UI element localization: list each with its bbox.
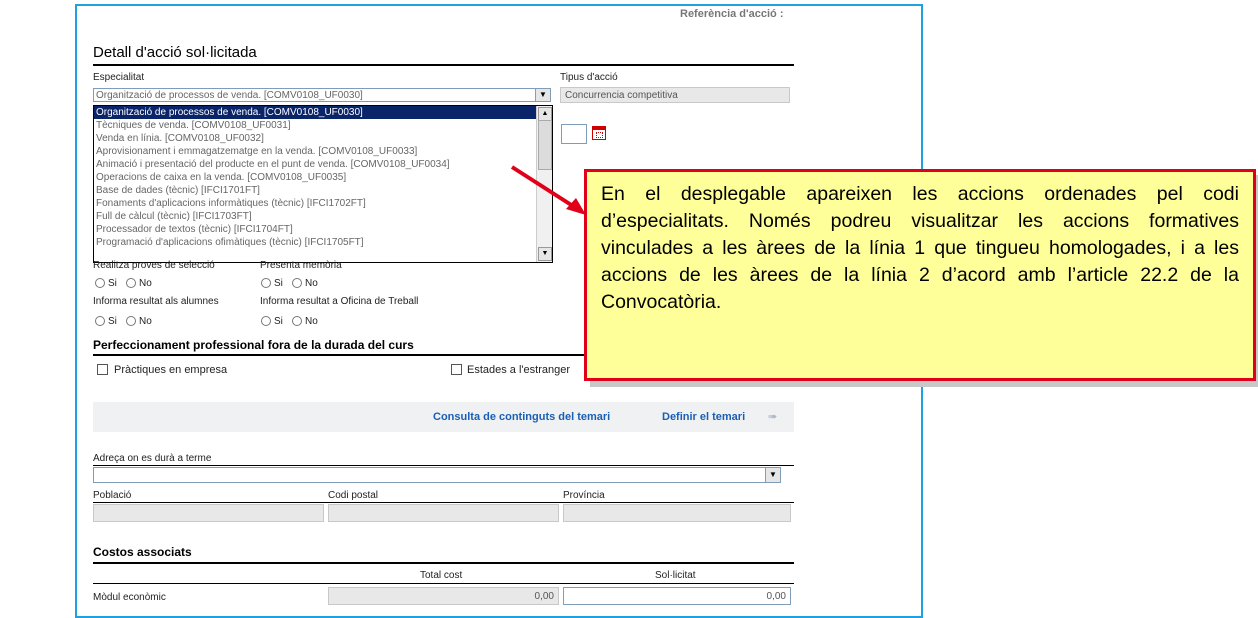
dropdown-option[interactable]: Programació d'aplicacions ofimàtiques (t… <box>94 236 552 249</box>
estades-checkbox[interactable] <box>451 364 462 375</box>
alumnes-si-radio[interactable] <box>95 316 105 326</box>
title-divider <box>93 64 794 66</box>
especialitat-label: Especialitat <box>93 72 145 83</box>
no-label: No <box>305 278 318 289</box>
costos-divider <box>93 562 794 564</box>
dropdown-option[interactable]: Full de càlcul (tècnic) [IFCI1703FT] <box>94 210 552 223</box>
estades-label: Estades a l'estranger <box>467 364 570 376</box>
especialitat-dropdown-list[interactable]: Organització de processos de venda. [COM… <box>93 105 553 263</box>
reference-label: Referència d'acció : <box>680 8 784 20</box>
informa-oficina-label: Informa resultat a Oficina de Treball <box>260 296 419 307</box>
proves-no-radio[interactable] <box>126 278 136 288</box>
dropdown-option[interactable]: Organització de processos de venda. [COM… <box>94 106 552 119</box>
oficina-si-radio[interactable] <box>261 316 271 326</box>
dropdown-option[interactable]: Animació i presentació del producte en e… <box>94 158 552 171</box>
dropdown-option[interactable]: Operacions de caixa en la venda. [COMV01… <box>94 171 552 184</box>
costos-title: Costos associats <box>93 545 192 559</box>
location-divider <box>93 502 794 503</box>
proves-seleccio-label: Realitza proves de selecció <box>93 260 215 271</box>
no-label: No <box>139 278 152 289</box>
provincia-label: Província <box>563 490 605 501</box>
presenta-memoria-label: Presenta memòria <box>260 260 342 271</box>
chevron-down-icon[interactable]: ▼ <box>535 89 550 101</box>
especialitat-selected-value: Organització de processos de venda. [COM… <box>96 90 363 101</box>
si-label: Si <box>274 316 283 327</box>
calendar-icon[interactable] <box>592 126 606 140</box>
dropdown-option[interactable]: Base de dades (tècnic) [IFCI1701FT] <box>94 184 552 197</box>
scroll-down-icon[interactable]: ▼ <box>538 247 552 261</box>
codi-postal-label: Codi postal <box>328 490 379 501</box>
scroll-thumb[interactable] <box>538 120 552 170</box>
poblacio-label: Població <box>93 490 132 501</box>
adreca-label: Adreça on es durà a terme <box>93 453 212 464</box>
practiques-label: Pràctiques en empresa <box>114 364 228 376</box>
poblacio-field <box>93 504 324 522</box>
dropdown-option[interactable]: Fonaments d'aplicacions informàtiques (t… <box>94 197 552 210</box>
sollicitat-label: Sol·licitat <box>655 570 696 581</box>
sollicitat-input[interactable]: 0,00 <box>563 587 791 605</box>
perfeccionament-title: Perfeccionament professional fora de la … <box>93 338 414 352</box>
definir-temari-link[interactable]: Definir el temari <box>662 411 745 423</box>
si-label: Si <box>108 278 117 289</box>
no-label: No <box>139 316 152 327</box>
explanation-callout: En el desplegable apareixen les accions … <box>584 169 1256 381</box>
oficina-no-radio[interactable] <box>292 316 302 326</box>
chevron-down-icon[interactable]: ▼ <box>765 468 780 482</box>
practiques-checkbox[interactable] <box>97 364 108 375</box>
memoria-no-radio[interactable] <box>292 278 302 288</box>
alumnes-no-radio[interactable] <box>126 316 136 326</box>
proves-si-radio[interactable] <box>95 278 105 288</box>
adreca-divider <box>93 465 794 466</box>
scroll-up-icon[interactable]: ▲ <box>538 107 552 121</box>
adreca-select[interactable]: ▼ <box>93 467 781 483</box>
memoria-si-radio[interactable] <box>261 278 271 288</box>
annotation-arrow-icon <box>510 165 586 215</box>
informa-alumnes-label: Informa resultat als alumnes <box>93 296 219 307</box>
costos-header-divider <box>93 583 794 584</box>
modul-economic-label: Mòdul econòmic <box>93 592 166 603</box>
no-label: No <box>305 316 318 327</box>
total-cost-field: 0,00 <box>328 587 559 605</box>
dropdown-option[interactable]: Processador de textos (tècnic) [IFCI1704… <box>94 223 552 236</box>
date-input[interactable] <box>561 124 587 144</box>
provincia-field <box>563 504 791 522</box>
arrow-right-icon[interactable]: ➠ <box>768 410 777 423</box>
codi-postal-field <box>328 504 559 522</box>
si-label: Si <box>108 316 117 327</box>
si-label: Si <box>274 278 283 289</box>
dropdown-option[interactable]: Aprovisionament i emmagatzematge en la v… <box>94 145 552 158</box>
section-title: Detall d'acció sol·licitada <box>93 44 257 61</box>
especialitat-select[interactable]: Organització de processos de venda. [COM… <box>93 88 551 102</box>
tipus-accio-field: Concurrencia competitiva <box>560 87 790 103</box>
consulta-temari-link[interactable]: Consulta de continguts del temari <box>433 411 610 423</box>
tipus-accio-label: Tipus d'acció <box>560 72 618 83</box>
dropdown-option[interactable]: Tècniques de venda. [COMV0108_UF0031] <box>94 119 552 132</box>
dropdown-option[interactable]: Venda en línia. [COMV0108_UF0032] <box>94 132 552 145</box>
total-cost-label: Total cost <box>420 570 463 581</box>
